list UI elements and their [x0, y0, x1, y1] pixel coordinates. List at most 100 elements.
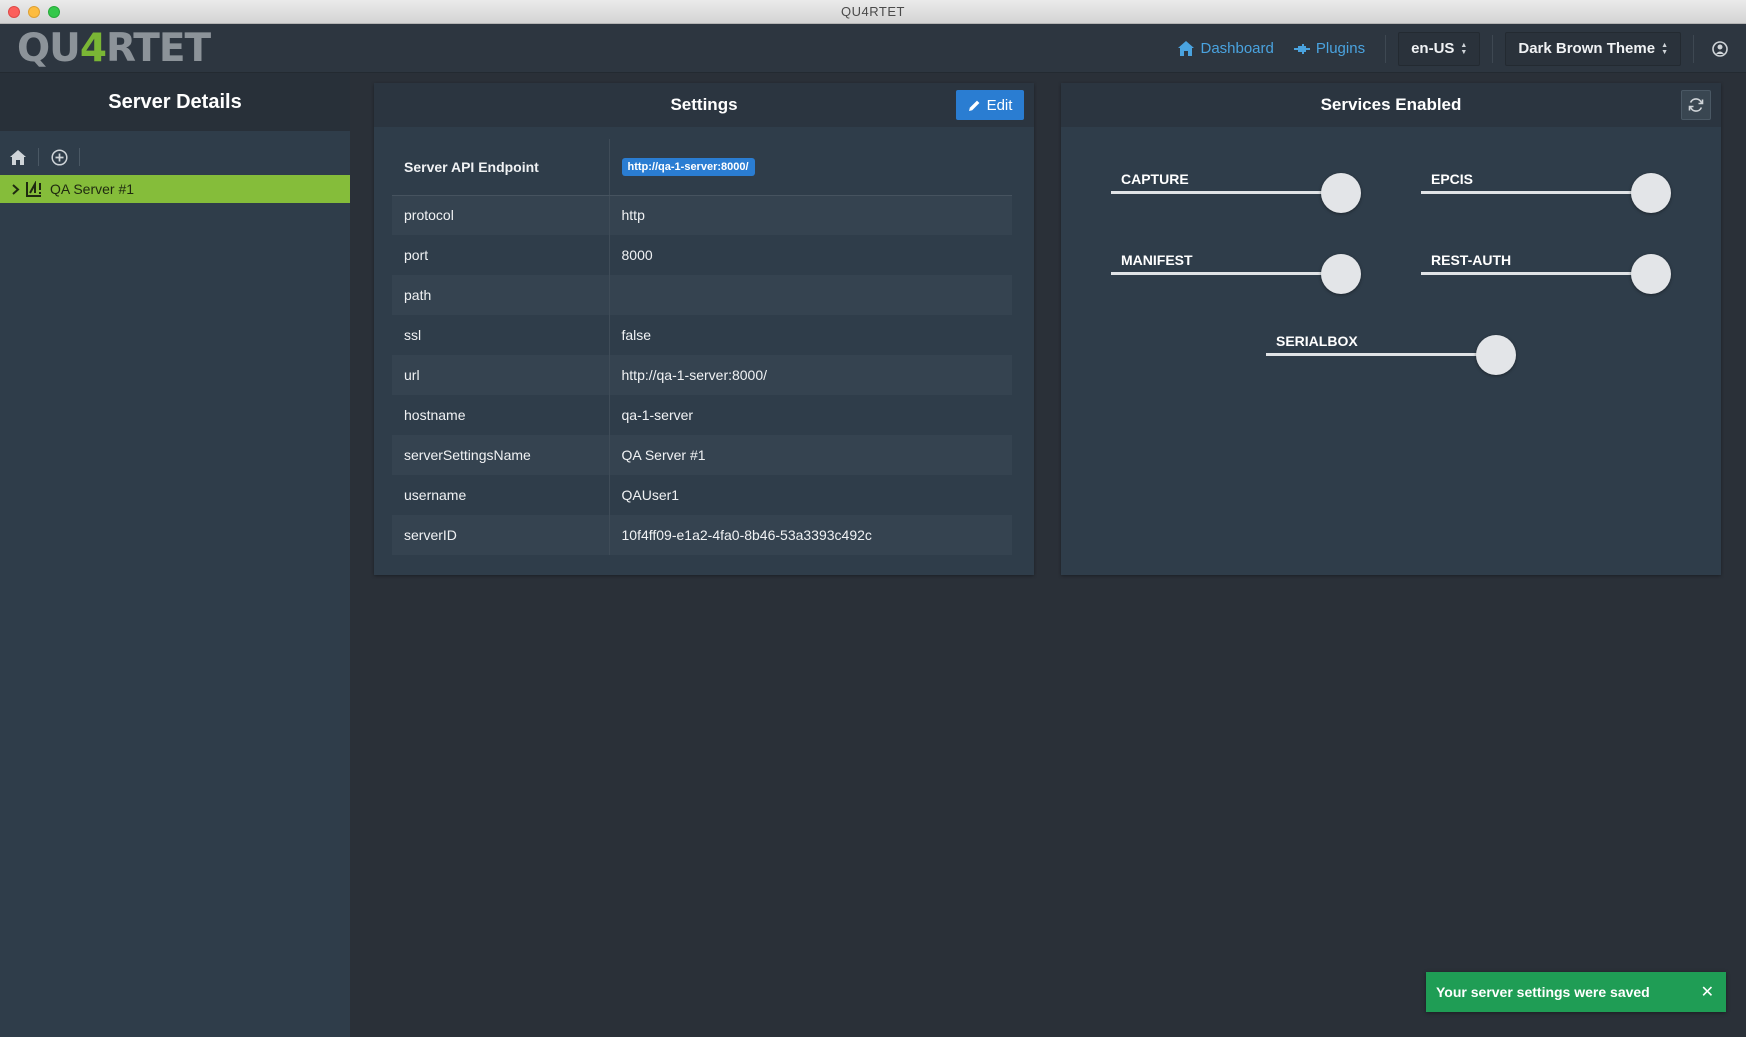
setting-value: [609, 275, 1012, 315]
window-close-button[interactable]: [8, 6, 20, 18]
setting-key: port: [392, 235, 610, 275]
pencil-icon: [968, 100, 979, 111]
edit-button-label: Edit: [986, 96, 1013, 114]
toggle-track: [1111, 191, 1333, 194]
plugins-link-label: Plugins: [1315, 40, 1366, 57]
setting-key: url: [392, 355, 610, 395]
header-nav: Dashboard Plugins en-US ▲ ▼ Dark Brown Th…: [1178, 24, 1746, 73]
dashboard-link-label: Dashboard: [1200, 40, 1274, 57]
setting-key: hostname: [392, 395, 610, 435]
nav-divider: [1385, 34, 1387, 63]
setting-key: path: [392, 275, 610, 315]
toggle-label: REST-AUTH: [1431, 252, 1512, 268]
sidebar-home-button[interactable]: [6, 145, 30, 169]
services-panel: Services Enabled CAPTURE EPCIS MANIFEST: [1061, 83, 1721, 575]
setting-key: protocol: [392, 195, 610, 235]
toggle-knob[interactable]: [1631, 254, 1671, 294]
sidebar: Server Details QA Server #1: [0, 73, 350, 1037]
setting-value: 8000: [621, 247, 653, 263]
logo-accent: 4: [79, 26, 107, 71]
setting-value: 10f4ff09-e1a2-4fa0-8b46-53a3393c492c: [609, 515, 1012, 555]
window-minimize-button[interactable]: [28, 6, 40, 18]
sort-updown-icon: ▲ ▼: [1460, 41, 1468, 56]
toggle-track: [1111, 272, 1333, 275]
toggle-track: [1266, 353, 1488, 356]
toggle-knob[interactable]: [1321, 254, 1361, 294]
window-maximize-button[interactable]: [48, 6, 60, 18]
toggle-knob[interactable]: [1476, 335, 1516, 375]
endpoint-badge: http://qa-1-server:8000/: [621, 158, 755, 177]
window-controls: [8, 6, 60, 18]
toggle-knob[interactable]: [1631, 173, 1671, 213]
add-circle-icon: [50, 148, 68, 166]
refresh-services-button[interactable]: [1681, 90, 1711, 120]
setting-value: QA Server #1: [609, 435, 1012, 475]
setting-key: username: [392, 475, 610, 515]
table-row: hostname qa-1-server: [392, 395, 1012, 435]
dashboard-link[interactable]: Dashboard: [1178, 40, 1274, 57]
add-server-button[interactable]: [47, 145, 71, 169]
toolbar-divider: [38, 148, 39, 166]
table-row: port 8000: [392, 235, 1012, 275]
endpoint-key: Server API Endpoint: [392, 139, 610, 196]
table-row: username QAUser1: [392, 475, 1012, 515]
setting-value: false: [621, 327, 652, 343]
settings-title: Settings: [670, 95, 738, 114]
toggle-track: [1421, 272, 1643, 275]
sort-updown-icon: ▲ ▼: [1661, 41, 1668, 56]
toggle-track: [1421, 191, 1643, 194]
app-header: QU4RTET Dashboard Plugins en-US ▲ ▼ Dark …: [0, 24, 1746, 73]
toast-notification: Your server settings were saved ✕: [1426, 972, 1726, 1012]
toolbar-divider: [79, 148, 80, 166]
epcis-toggle[interactable]: EPCIS: [1421, 171, 1671, 217]
setting-value: http://qa-1-server:8000/: [609, 355, 1012, 395]
language-select-value: en-US: [1411, 40, 1455, 57]
theme-select-value: Dark Brown Theme: [1518, 40, 1656, 57]
sidebar-item-qa-server[interactable]: QA Server #1: [0, 175, 350, 203]
refresh-icon: [1688, 98, 1704, 112]
main-content: Settings Edit Server API Endpoint http:/…: [350, 73, 1746, 1037]
theme-select[interactable]: Dark Brown Theme ▲ ▼: [1505, 31, 1681, 66]
plugins-link[interactable]: Plugins: [1293, 40, 1366, 57]
setting-value: QAUser1: [621, 487, 680, 503]
sidebar-toolbar: [0, 139, 350, 175]
plug-icon: [1293, 43, 1310, 54]
toggle-label: MANIFEST: [1121, 252, 1193, 268]
manifest-toggle[interactable]: MANIFEST: [1111, 252, 1361, 298]
sidebar-item-label: QA Server #1: [50, 181, 135, 197]
table-row: path: [392, 275, 1012, 315]
close-icon[interactable]: ✕: [1701, 982, 1714, 1002]
serialbox-toggle[interactable]: SERIALBOX: [1266, 333, 1516, 379]
home-icon: [10, 149, 26, 165]
setting-value: qa-1-server: [621, 407, 694, 423]
window-titlebar: QU4RTET: [0, 0, 1746, 24]
table-row: protocol http: [392, 195, 1012, 235]
services-panel-header: Services Enabled: [1061, 83, 1721, 127]
rest-auth-toggle[interactable]: REST-AUTH: [1421, 252, 1671, 298]
setting-key: ssl: [392, 315, 610, 355]
nav-divider: [1492, 34, 1494, 63]
capture-toggle[interactable]: CAPTURE: [1111, 171, 1361, 217]
sidebar-title: Server Details: [0, 73, 350, 131]
user-menu-button[interactable]: [1694, 40, 1746, 57]
server-logo-icon: [26, 181, 41, 197]
chevron-right-icon: [12, 183, 20, 195]
toggle-label: CAPTURE: [1121, 171, 1189, 187]
table-row: ssl false: [392, 315, 1012, 355]
table-row: serverID 10f4ff09-e1a2-4fa0-8b46-53a3393…: [392, 515, 1012, 555]
setting-value: http: [609, 195, 1012, 235]
settings-panel-header: Settings Edit: [374, 83, 1034, 127]
toast-message: Your server settings were saved: [1436, 984, 1650, 1000]
settings-panel: Settings Edit Server API Endpoint http:/…: [374, 83, 1034, 575]
services-title: Services Enabled: [1320, 95, 1462, 114]
language-select[interactable]: en-US ▲ ▼: [1398, 31, 1481, 66]
app-logo: QU4RTET: [17, 26, 211, 71]
setting-key: serverID: [392, 515, 610, 555]
window-title: QU4RTET: [841, 4, 905, 19]
edit-settings-button[interactable]: Edit: [956, 90, 1024, 120]
user-icon: [1712, 40, 1728, 57]
table-row: serverSettingsName QA Server #1: [392, 435, 1012, 475]
settings-table: Server API Endpoint http://qa-1-server:8…: [392, 139, 1012, 555]
setting-key: serverSettingsName: [392, 435, 610, 475]
toggle-knob[interactable]: [1321, 173, 1361, 213]
